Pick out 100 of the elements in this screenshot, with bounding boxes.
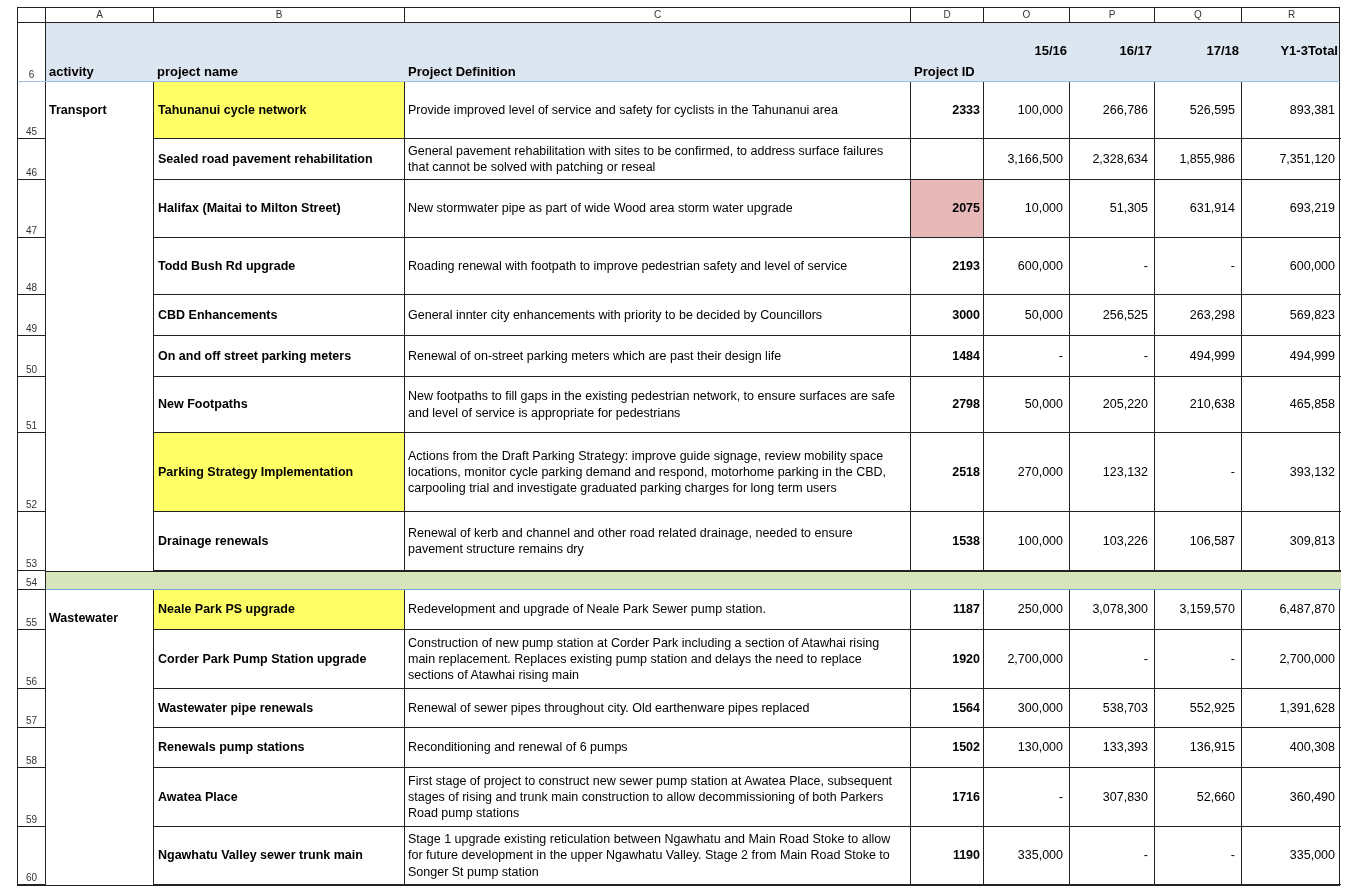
activity-label: Transport [49,102,107,119]
table-cell: On and off street parking meters [154,336,405,377]
table-cell: 631,914 [1155,180,1242,238]
table-cell: 494,999 [1155,336,1242,377]
table-cell: 263,298 [1155,295,1242,336]
table-cell: Reconditioning and renewal of 6 pumps [405,728,911,768]
table-cell: 52,660 [1155,768,1242,827]
table-cell: 2798 [911,377,984,433]
table-cell: 893,381 [1242,82,1341,139]
row-number[interactable]: 6 [18,23,46,81]
table-cell: 1,391,628 [1242,689,1341,728]
table-cell: - [1070,336,1155,377]
activity-label: Wastewater [49,610,118,627]
row-number[interactable]: 51 [18,377,46,433]
row-number[interactable]: 45 [18,82,46,139]
column-title: project name [157,64,238,79]
table-cell: 3,166,500 [984,139,1070,180]
row-number[interactable]: 54 [18,571,46,590]
row-number[interactable]: 50 [18,336,46,377]
table-cell: CBD Enhancements [154,295,405,336]
table-cell: 552,925 [1155,689,1242,728]
table-cell: 335,000 [1242,827,1341,885]
row-number[interactable]: 47 [18,180,46,238]
table-cell: 1190 [911,827,984,885]
table-cell: Todd Bush Rd upgrade [154,238,405,295]
table-cell: Halifax (Maitai to Milton Street) [154,180,405,238]
table-cell: 2,700,000 [1242,630,1341,689]
row-number[interactable]: 52 [18,433,46,512]
table-cell: New footpaths to fill gaps in the existing pedestrian network, to ensure surfaces are safe and level of service is appropriate for pedestrians [405,377,911,433]
table-cell: 600,000 [1242,238,1341,295]
table-cell: Renewal of sewer pipes throughout city. Old earthenware pipes replaced [405,689,911,728]
table-cell: 6,487,870 [1242,590,1341,630]
table-cell: 2193 [911,238,984,295]
table-cell: 133,393 [1070,728,1155,768]
table-cell: Renewals pump stations [154,728,405,768]
highlighted-cell: Parking Strategy Implementation [154,433,405,512]
table-cell: Redevelopment and upgrade of Neale Park Sewer pump station. [405,590,911,630]
table-cell: 569,823 [1242,295,1341,336]
table-cell: General pavement rehabilitation with sites to be confirmed, to address surface failures that cannot be solved with patching or reseal [405,139,911,180]
table-cell: 123,132 [1070,433,1155,512]
table-cell: 300,000 [984,689,1070,728]
table-cell: 130,000 [984,728,1070,768]
table-cell: 693,219 [1242,180,1341,238]
table-cell: 335,000 [984,827,1070,885]
table-cell: - [1155,433,1242,512]
table-cell: 465,858 [1242,377,1341,433]
column-title: Y1-3Total [1280,42,1338,58]
table-cell: Stage 1 upgrade existing reticulation between Ngawhatu and Main Road Stoke to allow for future development in the upper Ngawhatu Valley. Stage 2 from Main Road Stoke to Songer St pump station [405,827,911,885]
highlighted-cell: Neale Park PS upgrade [154,590,405,630]
row-number[interactable]: 60 [18,827,46,885]
row-number[interactable]: 58 [18,728,46,768]
table-cell: 393,132 [1242,433,1341,512]
column-title: 17/18 [1206,42,1239,58]
table-cell: 270,000 [984,433,1070,512]
table-cell: 1,855,986 [1155,139,1242,180]
row-number[interactable]: 48 [18,238,46,295]
column-title: 15/16 [1034,42,1067,58]
table-cell: General innter city enhancements with priority to be decided by Councillors [405,295,911,336]
table-cell: 51,305 [1070,180,1155,238]
table-cell: 210,638 [1155,377,1242,433]
table-cell: Renewal of on-street parking meters which are past their design life [405,336,911,377]
table-cell: Provide improved level of service and safety for cyclists in the Tahunanui area [405,82,911,139]
row-number[interactable]: 55 [18,590,46,630]
row-number[interactable]: 59 [18,768,46,827]
table-cell: - [1070,827,1155,885]
column-title: 16/17 [1119,42,1152,58]
table-cell: 100,000 [984,82,1070,139]
table-cell: Roading renewal with footpath to improve pedestrian safety and level of service [405,238,911,295]
highlighted-cell: Tahunanui cycle network [154,82,405,139]
table-cell: 1716 [911,768,984,827]
table-cell: 50,000 [984,295,1070,336]
row-number[interactable]: 57 [18,689,46,728]
table-cell: 1484 [911,336,984,377]
table-cell: First stage of project to construct new sewer pump station at Awatea Place, subsequent stages of rising and trunk main construction to allow decommissioning of both Parkers Road pump stations [405,768,911,827]
table-cell: Construction of new pump station at Corder Park including a section of Atawhai rising main replacement. Replaces existing pump station and delays the need to replace sections of Atawhai rising main [405,630,911,689]
table-cell: 360,490 [1242,768,1341,827]
table-cell: 307,830 [1070,768,1155,827]
table-cell: 50,000 [984,377,1070,433]
row-number[interactable]: 53 [18,512,46,571]
flagged-cell: 2075 [911,180,984,238]
row-number[interactable]: 46 [18,139,46,180]
table-cell: 2518 [911,433,984,512]
table-cell: New stormwater pipe as part of wide Wood area storm water upgrade [405,180,911,238]
table-cell: 205,220 [1070,377,1155,433]
table-cell: - [984,336,1070,377]
table-cell: 600,000 [984,238,1070,295]
column-title: Project ID [914,64,975,79]
table-cell: 1564 [911,689,984,728]
table-cell: 2,700,000 [984,630,1070,689]
column-header[interactable]: R [1242,8,1341,22]
row-number[interactable]: 49 [18,295,46,336]
row-number[interactable]: 56 [18,630,46,689]
table-cell: Wastewater pipe renewals [154,689,405,728]
table-cell: 538,703 [1070,689,1155,728]
table-cell: 10,000 [984,180,1070,238]
column-title: activity [49,64,94,79]
table-cell: Actions from the Draft Parking Strategy: improve guide signage, review mobility space locations, monitor cycle parking demand and respond, motorhome parking in the CBD, carpooling trial and investigate graduated parking charges for long term users [405,433,911,512]
table-cell: 3000 [911,295,984,336]
table-cell: - [1070,238,1155,295]
table-cell: - [1155,630,1242,689]
